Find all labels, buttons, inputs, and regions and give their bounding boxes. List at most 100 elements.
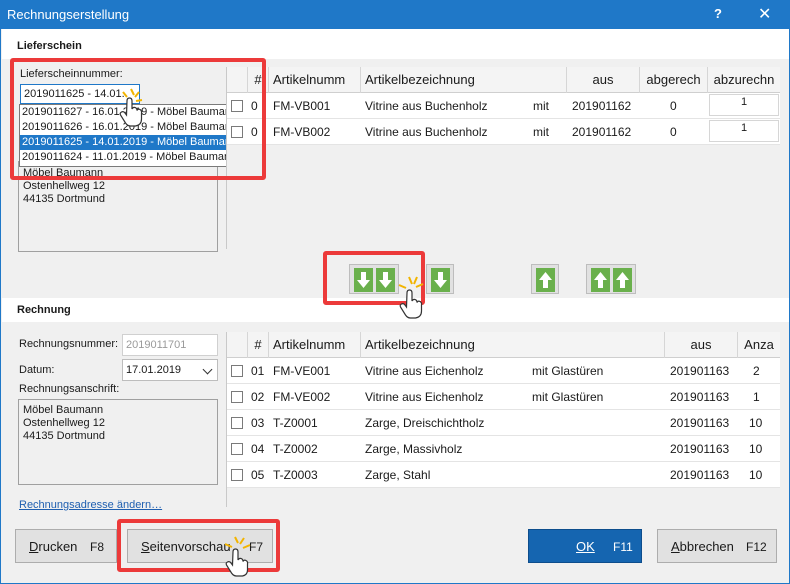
cell-anzahl: 10 [749, 442, 763, 456]
cell-artikelnummer: T-Z0001 [273, 416, 318, 430]
cell-aus: 201901163 [670, 416, 730, 430]
move-up-button[interactable] [531, 264, 559, 294]
cell-artikelnummer: FM-VB002 [273, 125, 331, 139]
cell-num: 05 [251, 468, 265, 482]
cell-artikelbezeichnung: Vitrine aus Buchenholz [365, 125, 488, 139]
rechnung-grid: # Artikelnumm Artikelbezeichnung aus Anz… [226, 332, 780, 507]
chevron-down-icon[interactable] [202, 364, 213, 375]
ok-shortcut: F11 [613, 540, 633, 554]
cancel-label: Abbrechen [671, 539, 734, 554]
column-header-artikelnummer[interactable]: Artikelnumm [269, 332, 361, 358]
rechnung-address-line: Ostenhellweg 12 [23, 417, 105, 429]
hand-cursor-icon [398, 276, 424, 319]
highlight-preview-button [117, 519, 280, 572]
row-checkbox[interactable] [231, 443, 243, 455]
cancel-shortcut: F12 [746, 540, 767, 554]
cell-artikelnummer: FM-VE001 [273, 364, 331, 378]
cell-artikelbezeichnung: Vitrine aus Eichenholz [365, 364, 484, 378]
table-row[interactable]: 04 T-Z0002 Zarge, Massivholz 201901163 1… [227, 436, 780, 462]
help-icon[interactable]: ? [714, 6, 722, 21]
row-checkbox[interactable] [231, 391, 243, 403]
column-header-aus[interactable]: aus [665, 332, 738, 358]
table-row[interactable]: 01 FM-VE001 Vitrine aus Eichenholz mit G… [227, 358, 780, 384]
arrow-up-icon [536, 268, 555, 292]
print-shortcut: F8 [90, 540, 105, 554]
cell-artikelbezeichnung: Vitrine aus Buchenholz [365, 99, 488, 113]
rechnung-address-box: Möbel Baumann Ostenhellweg 12 44135 Dort… [18, 399, 218, 485]
print-button[interactable]: Drucken F8 [15, 529, 117, 563]
rechnung-grid-header: # Artikelnumm Artikelbezeichnung aus Anz… [227, 332, 780, 358]
cancel-button[interactable]: Abbrechen F12 [657, 529, 777, 563]
lieferschein-header-band [2, 29, 789, 59]
cell-num: 04 [251, 442, 265, 456]
cell-aus: 201901163 [670, 442, 730, 456]
datum-label: Datum: [19, 364, 55, 376]
move-all-up-button[interactable] [586, 264, 636, 294]
table-row[interactable]: 03 T-Z0001 Zarge, Dreischichtholz 201901… [227, 410, 780, 436]
column-header-anzahl[interactable]: Anza [738, 332, 780, 358]
cell-abgerech: 0 [670, 99, 677, 113]
lieferschein-address-line: Ostenhellweg 12 [23, 180, 105, 192]
rechnungsnummer-label: Rechnungsnummer: [19, 338, 119, 350]
rechnungsnummer-field: 2019011701 [122, 334, 218, 356]
rechnung-header: Rechnung [17, 304, 71, 316]
move-down-button[interactable] [426, 264, 454, 294]
table-row[interactable]: 05 T-Z0003 Zarge, Stahl 201901163 10 [227, 462, 780, 488]
row-checkbox[interactable] [231, 417, 243, 429]
table-row[interactable]: 0 FM-VB001 Vitrine aus Buchenholz mit 20… [227, 93, 780, 119]
cell-artikelnummer: FM-VB001 [273, 99, 331, 113]
lieferschein-address-line: 44135 Dortmund [23, 193, 105, 205]
cell-artikelnummer: FM-VE002 [273, 390, 331, 404]
title-bar: Rechnungserstellung ? ✕ [1, 1, 789, 29]
row-checkbox[interactable] [231, 469, 243, 481]
print-label: Drucken [29, 539, 78, 554]
cell-anzahl: 1 [753, 390, 760, 404]
column-header-aus[interactable]: aus [567, 67, 640, 93]
column-header-artikelnummer[interactable]: Artikelnumm [269, 67, 361, 93]
column-header-abzurechn[interactable]: abzurechn [708, 67, 780, 93]
double-arrow-up-icon [591, 268, 632, 292]
cell-artikelbezeichnung: Vitrine aus Eichenholz [365, 390, 484, 404]
cell-artikelnummer: T-Z0002 [273, 442, 318, 456]
ok-button[interactable]: OK F11 [528, 529, 642, 563]
column-header-artikelbezeichnung[interactable]: Artikelbezeichnung [361, 332, 665, 358]
cell-aus: 201901163 [670, 390, 730, 404]
datum-picker[interactable]: 17.01.2019 [122, 359, 218, 381]
cell-anzahl: 2 [753, 364, 760, 378]
column-header-num[interactable]: # [248, 332, 269, 358]
rechnung-address-line: 44135 Dortmund [23, 430, 105, 442]
cell-zusatz: mit Glastüren [532, 364, 604, 378]
cell-num: 02 [251, 390, 265, 404]
lieferschein-grid-header: # Artikelnumm Artikelbezeichnung aus abg… [227, 67, 780, 93]
cell-aus: 201901162 [572, 125, 632, 139]
row-checkbox[interactable] [231, 365, 243, 377]
column-header-abgerech[interactable]: abgerech [640, 67, 708, 93]
cell-zusatz: mit Glastüren [532, 390, 604, 404]
change-address-link[interactable]: Rechnungsadresse ändern… [19, 499, 162, 511]
table-row[interactable]: 02 FM-VE002 Vitrine aus Eichenholz mit G… [227, 384, 780, 410]
cell-abzurechn-input[interactable]: 1 [709, 120, 779, 142]
cell-num: 01 [251, 364, 265, 378]
cell-anzahl: 10 [749, 416, 763, 430]
table-row[interactable]: 0 FM-VB002 Vitrine aus Buchenholz mit 20… [227, 119, 780, 145]
cell-aus: 201901163 [670, 364, 730, 378]
cell-artikelnummer: T-Z0003 [273, 468, 318, 482]
datum-value: 17.01.2019 [126, 364, 182, 376]
cell-anzahl: 10 [749, 468, 763, 482]
hand-cursor-icon [224, 536, 251, 577]
cell-abzurechn-input[interactable]: 1 [709, 94, 779, 116]
hand-cursor-icon [119, 88, 143, 127]
lieferschein-header: Lieferschein [17, 40, 82, 52]
cell-abgerech: 0 [670, 125, 677, 139]
cell-num: 03 [251, 416, 265, 430]
dialog-window: Rechnungserstellung ? ✕ Lieferschein Lie… [0, 0, 790, 584]
rechnung-address-line: Möbel Baumann [23, 404, 104, 416]
cell-artikelbezeichnung: Zarge, Stahl [365, 468, 431, 482]
column-header-artikelbezeichnung[interactable]: Artikelbezeichnung [361, 67, 567, 93]
column-header-select [227, 332, 248, 358]
window-title: Rechnungserstellung [7, 7, 130, 22]
close-icon[interactable]: ✕ [758, 4, 771, 24]
cell-aus: 201901162 [572, 99, 632, 113]
cell-artikelbezeichnung: Zarge, Massivholz [365, 442, 463, 456]
arrow-down-icon [431, 268, 450, 292]
